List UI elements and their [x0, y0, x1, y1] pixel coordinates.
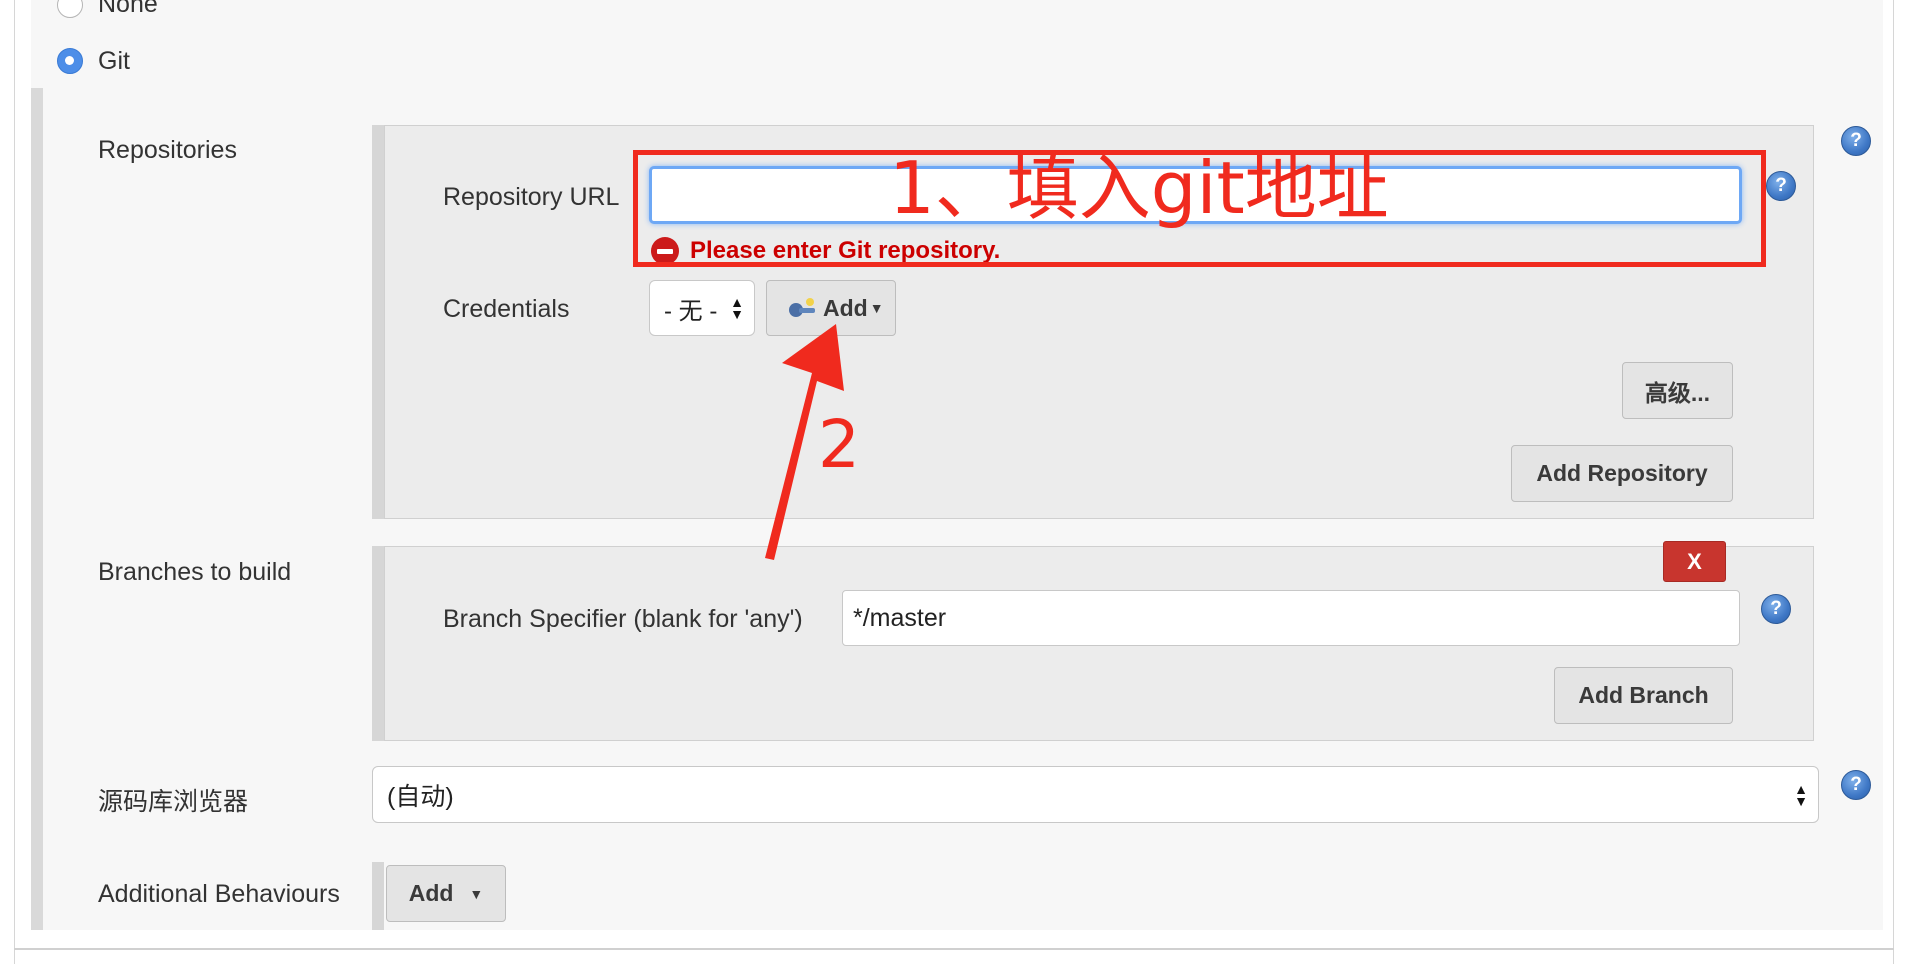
annotation-arrow-icon [765, 324, 844, 560]
